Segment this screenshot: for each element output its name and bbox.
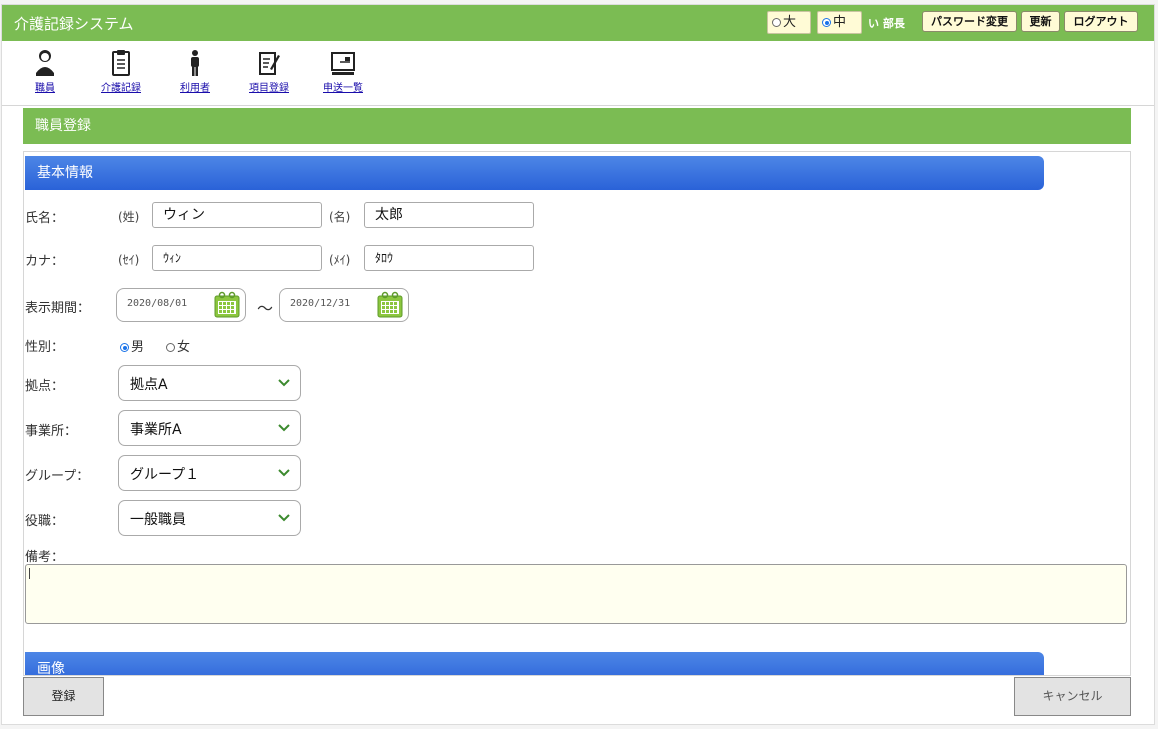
section-image: 画像	[25, 652, 1044, 675]
mei-kana-input[interactable]: ﾀﾛｳ	[364, 245, 534, 271]
base-label: 拠点：	[25, 379, 65, 394]
nav-label-user: 利用者	[180, 83, 210, 94]
font-size-large-radio[interactable]: 大	[767, 11, 811, 34]
monitor-icon	[331, 52, 355, 75]
radio-on-icon	[822, 18, 831, 27]
chevron-down-icon	[278, 379, 290, 387]
calendar-icon[interactable]	[213, 291, 241, 319]
user-name: い 部長	[868, 17, 905, 30]
radio-off-icon	[166, 343, 175, 352]
office-select-value: 事業所A	[130, 422, 182, 438]
calendar-icon[interactable]	[376, 291, 404, 319]
nav-item-handover-list[interactable]: 申送一覧	[323, 49, 363, 94]
nav-label-handover-list: 申送一覧	[323, 83, 363, 94]
page-title: 職員登録	[23, 108, 1131, 144]
base-select[interactable]: 拠点A	[118, 365, 301, 401]
staff-icon	[36, 50, 54, 76]
group-select-value: グループ１	[130, 467, 200, 483]
sei-kana-input[interactable]: ｳｨﾝ	[152, 245, 322, 271]
top-bar: 介護記録システム 大 中 い 部長 パスワード変更 更新 ログアウト	[2, 5, 1154, 41]
chevron-down-icon	[278, 424, 290, 432]
nav-item-staff[interactable]: 職員	[34, 49, 56, 94]
cancel-button[interactable]: キャンセル	[1014, 677, 1131, 716]
chevron-down-icon	[278, 469, 290, 477]
position-label: 役職：	[25, 514, 65, 529]
period-separator: ～	[257, 299, 274, 318]
font-size-medium-label: 中	[833, 15, 847, 30]
position-select[interactable]: 一般職員	[118, 500, 301, 536]
font-size-medium-radio[interactable]: 中	[817, 11, 862, 34]
save-button[interactable]: 登録	[23, 677, 104, 716]
period-end-input[interactable]: 2020/12/31	[279, 288, 409, 322]
sei-kana-label: (ｾｲ)	[118, 253, 140, 267]
mei-label: (名)	[329, 210, 351, 224]
mei-input[interactable]: 太郎	[364, 202, 534, 228]
office-label: 事業所：	[25, 424, 78, 439]
period-start-input[interactable]: 2020/08/01	[116, 288, 246, 322]
change-password-button[interactable]: パスワード変更	[922, 11, 1017, 32]
chevron-down-icon	[278, 514, 290, 522]
office-select[interactable]: 事業所A	[118, 410, 301, 446]
nav-item-user[interactable]: 利用者	[180, 49, 210, 94]
logout-button[interactable]: ログアウト	[1064, 11, 1138, 32]
radio-on-icon	[120, 343, 129, 352]
base-select-value: 拠点A	[130, 377, 168, 393]
gender-male-label: 男	[131, 340, 145, 355]
gender-female-label: 女	[177, 340, 191, 355]
sei-label: (姓)	[118, 210, 140, 224]
form-area[interactable]: 基本情報 氏名： (姓) ウィン (名) 太郎 カナ： (ｾｲ) ｳｨﾝ (ﾒｲ…	[23, 151, 1131, 676]
nav-item-care-record[interactable]: 介護記録	[101, 49, 141, 94]
nav-label-item-register: 項目登録	[249, 83, 289, 94]
kana-label: カナ：	[25, 254, 65, 269]
person-icon	[191, 50, 199, 76]
section-basic-info: 基本情報	[25, 156, 1044, 190]
remarks-textarea[interactable]	[25, 564, 1127, 624]
clipboard-icon	[112, 50, 130, 76]
gender-female-radio[interactable]: 女	[166, 336, 190, 355]
font-size-large-label: 大	[783, 15, 797, 30]
radio-off-icon	[772, 18, 781, 27]
remarks-label: 備考：	[25, 550, 65, 565]
nav-label-care-record: 介護記録	[101, 83, 141, 94]
gender-label: 性別：	[25, 340, 65, 355]
period-start-value: 2020/08/01	[127, 298, 188, 309]
nav-label-staff: 職員	[35, 83, 55, 94]
text-caret	[29, 568, 30, 579]
refresh-button[interactable]: 更新	[1021, 11, 1060, 32]
nav-bar: 職員 介護記録 利用者 項目登録 申送一覧	[2, 41, 1154, 106]
group-label: グループ：	[25, 469, 90, 484]
nav-item-item-register[interactable]: 項目登録	[249, 49, 289, 94]
name-label: 氏名：	[25, 211, 65, 226]
edit-icon	[259, 52, 280, 75]
gender-male-radio[interactable]: 男	[120, 336, 144, 355]
period-label: 表示期間：	[25, 301, 91, 316]
position-select-value: 一般職員	[130, 512, 186, 528]
app-title: 介護記録システム	[14, 15, 134, 33]
period-end-value: 2020/12/31	[290, 298, 351, 309]
sei-input[interactable]: ウィン	[152, 202, 322, 228]
group-select[interactable]: グループ１	[118, 455, 301, 491]
mei-kana-label: (ﾒｲ)	[329, 253, 351, 267]
